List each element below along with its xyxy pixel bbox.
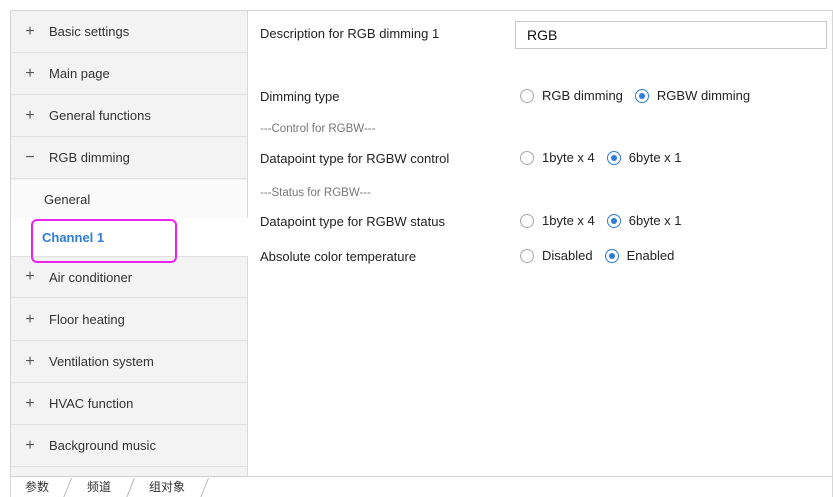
- sidebar-item-main-page[interactable]: + Main page: [11, 53, 247, 95]
- app-frame: + Basic settings + Main page + General f…: [10, 10, 833, 497]
- expand-icon: +: [25, 106, 35, 124]
- radio-rgbw-dimming[interactable]: RGBW dimming: [634, 88, 751, 103]
- radio-status-1byte[interactable]: 1byte x 4: [520, 213, 595, 228]
- tab-channels[interactable]: 频道: [87, 477, 111, 497]
- radio-circle-icon: [520, 248, 534, 263]
- sidebar-subitem-label: General: [44, 191, 91, 207]
- dimming-type-radio-group: RGB dimming RGBW dimming: [520, 88, 762, 103]
- sidebar-subitem-channel-1[interactable]: Channel 1: [11, 218, 249, 256]
- expand-icon: +: [25, 22, 35, 40]
- description-input[interactable]: [515, 21, 827, 49]
- color-temp-radio-group: Disabled Enabled: [520, 248, 686, 263]
- radio-circle-icon: [520, 213, 534, 228]
- description-label: Description for RGB dimming 1: [260, 26, 440, 41]
- radio-label: 6byte x 1: [628, 150, 682, 165]
- sidebar-item-label: Basic settings: [49, 24, 130, 39]
- sidebar-item-hvac-function[interactable]: + HVAC function: [11, 383, 247, 425]
- tab-divider: [62, 478, 73, 497]
- control-dpt-radio-group: 1byte x 4 6byte x 1: [520, 150, 694, 165]
- sidebar-subitem-label: Channel 1: [42, 229, 105, 245]
- radio-label: Disabled: [542, 248, 593, 263]
- sidebar: + Basic settings + Main page + General f…: [11, 11, 249, 476]
- radio-selected-icon: [634, 88, 649, 103]
- sidebar-item-label: Ventilation system: [49, 354, 154, 369]
- sidebar-item-label: HVAC function: [49, 396, 134, 411]
- radio-label: Enabled: [626, 248, 675, 263]
- radio-color-temp-enabled[interactable]: Enabled: [604, 248, 675, 263]
- radio-color-temp-disabled[interactable]: Disabled: [520, 248, 593, 263]
- status-dpt-radio-group: 1byte x 4 6byte x 1: [520, 213, 694, 228]
- expand-icon: +: [25, 394, 35, 412]
- sidebar-item-air-conditioner[interactable]: + Air conditioner: [11, 256, 247, 298]
- status-dpt-label: Datapoint type for RGBW status: [260, 214, 445, 229]
- color-temp-label: Absolute color temperature: [260, 249, 417, 264]
- collapse-icon: −: [25, 148, 35, 166]
- radio-control-6byte[interactable]: 6byte x 1: [606, 150, 682, 165]
- radio-selected-icon: [604, 248, 619, 263]
- radio-label: 6byte x 1: [628, 213, 682, 228]
- radio-label: 1byte x 4: [542, 213, 595, 228]
- radio-circle-icon: [520, 88, 534, 103]
- sidebar-item-floor-heating[interactable]: + Floor heating: [11, 299, 247, 341]
- sidebar-item-label: RGB dimming: [49, 150, 130, 165]
- sidebar-item-label: Main page: [49, 66, 110, 81]
- parameter-panel: Description for RGB dimming 1 Dimming ty…: [248, 11, 832, 476]
- expand-icon: +: [25, 436, 35, 454]
- radio-label: RGB dimming: [542, 88, 623, 103]
- expand-icon: +: [25, 268, 35, 285]
- radio-label: 1byte x 4: [542, 150, 595, 165]
- sidebar-item-background-music[interactable]: + Background music: [11, 425, 247, 467]
- sidebar-subitem-general[interactable]: General: [11, 180, 247, 218]
- sidebar-item-ventilation-system[interactable]: + Ventilation system: [11, 341, 247, 383]
- sidebar-item-label: Floor heating: [49, 312, 125, 327]
- tab-group-objects[interactable]: 组对象: [149, 477, 185, 497]
- sidebar-item-label: Background music: [49, 438, 156, 453]
- dimming-type-label: Dimming type: [260, 89, 340, 104]
- expand-icon: +: [25, 352, 35, 370]
- tab-divider: [125, 478, 136, 497]
- control-dpt-label: Datapoint type for RGBW control: [260, 151, 450, 166]
- tab-parameters[interactable]: 参数: [25, 477, 49, 497]
- sidebar-item-label: General functions: [49, 108, 151, 123]
- bottom-tab-bar: 参数 频道 组对象: [11, 476, 832, 497]
- tab-divider: [199, 478, 210, 497]
- radio-status-6byte[interactable]: 6byte x 1: [606, 213, 682, 228]
- radio-selected-icon: [606, 213, 621, 228]
- sidebar-item-basic-settings[interactable]: + Basic settings: [11, 11, 247, 53]
- radio-rgb-dimming[interactable]: RGB dimming: [520, 88, 623, 103]
- expand-icon: +: [25, 310, 35, 328]
- control-section-header: ---Control for RGBW---: [260, 123, 376, 135]
- sidebar-item-general-functions[interactable]: + General functions: [11, 95, 247, 137]
- radio-selected-icon: [606, 150, 621, 165]
- status-section-header: ---Status for RGBW---: [260, 187, 371, 199]
- sidebar-item-rgb-dimming[interactable]: − RGB dimming: [11, 137, 247, 179]
- radio-circle-icon: [520, 150, 534, 165]
- sidebar-item-label: Air conditioner: [49, 269, 133, 285]
- expand-icon: +: [25, 64, 35, 82]
- radio-label: RGBW dimming: [656, 88, 751, 103]
- radio-control-1byte[interactable]: 1byte x 4: [520, 150, 595, 165]
